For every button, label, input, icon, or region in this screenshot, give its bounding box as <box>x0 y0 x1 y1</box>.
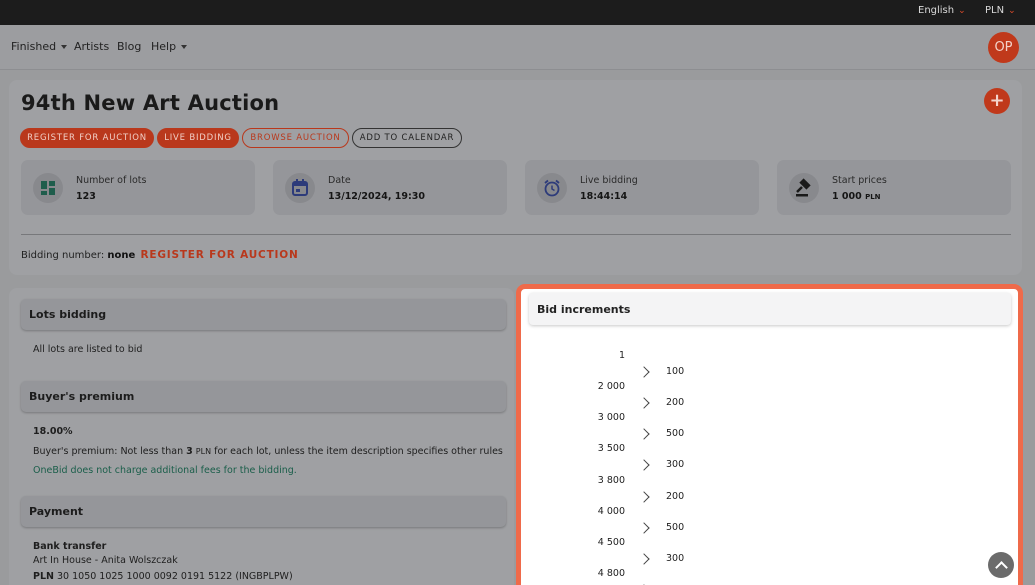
chevron-right-icon <box>638 553 650 565</box>
register-button[interactable]: REGISTER FOR AUCTION <box>20 128 154 148</box>
stat-number-of-lots: Number of lots 123 <box>21 160 255 215</box>
add-button[interactable]: + <box>984 88 1010 114</box>
nav-item-artists[interactable]: Artists <box>74 40 109 53</box>
chevron-down-icon: ⌄ <box>958 6 966 16</box>
increment-threshold: 3 000 <box>597 412 625 423</box>
auction-info-card: Lots bidding All lots are listed to bid … <box>9 288 514 585</box>
stat-value: 123 <box>76 191 96 202</box>
language-selector[interactable]: English ⌄ <box>918 5 966 16</box>
payment-account-number: 30 1050 1025 1000 0092 0191 5122 <box>57 571 233 582</box>
section-lots-bidding: Lots bidding <box>21 299 506 330</box>
stat-value: 18:44:14 <box>580 191 628 202</box>
bid-increments-card: Bid increments 1 2 000 3 000 3 500 3 800… <box>516 284 1023 585</box>
add-to-calendar-button[interactable]: ADD TO CALENDAR <box>352 128 462 148</box>
bidding-number-label: Bidding number: <box>21 250 105 261</box>
premium-rule-text: Buyer's premium: Not less than <box>33 446 184 457</box>
increment-threshold: 4 800 <box>597 568 625 579</box>
stat-date: Date 13/12/2024, 19:30 <box>273 160 507 215</box>
increment-value: 300 <box>666 553 685 564</box>
divider <box>21 234 1011 235</box>
stat-label: Live bidding <box>580 175 638 186</box>
payment-recipient: Art In House - Anita Wolszczak <box>33 555 178 566</box>
stat-start-prices: Start prices 1 000 PLN <box>777 160 1011 215</box>
increment-threshold: 3 800 <box>597 475 625 486</box>
increment-threshold: 1 <box>618 350 625 361</box>
start-price-unit: PLN <box>865 193 881 201</box>
increment-threshold: 3 500 <box>597 443 625 454</box>
alarm-clock-icon <box>537 173 567 203</box>
stat-label: Number of lots <box>76 175 147 186</box>
chevron-right-icon <box>638 522 650 534</box>
section-buyers-premium: Buyer's premium <box>21 381 506 412</box>
increment-value: 500 <box>666 522 685 533</box>
increment-value: 100 <box>666 366 685 377</box>
lots-bidding-text: All lots are listed to bid <box>33 344 143 355</box>
scroll-to-top-button[interactable] <box>988 552 1014 578</box>
increment-value: 200 <box>666 397 685 408</box>
browse-auction-button[interactable]: BROWSE AUCTION <box>242 128 349 148</box>
bid-increments-title: Bid increments <box>537 303 631 316</box>
section-title: Payment <box>29 505 84 518</box>
bidding-number: Bidding number: none REGISTER FOR AUCTIO… <box>21 249 299 261</box>
section-title: Lots bidding <box>29 308 107 321</box>
premium-rule: Buyer's premium: Not less than 3 PLN for… <box>33 446 503 457</box>
chevron-down-icon: ⌄ <box>1008 6 1016 16</box>
auction-title: 94th New Art Auction <box>21 91 280 115</box>
increment-threshold: 2 000 <box>597 381 625 392</box>
stat-value: 13/12/2024, 19:30 <box>328 191 425 202</box>
premium-min-amount: 3 <box>186 446 193 457</box>
main-nav: Finished Artists Blog Help <box>0 25 1035 70</box>
bidding-number-value: none <box>107 250 136 261</box>
top-bar: English ⌄ PLN ⌄ <box>0 0 1035 25</box>
premium-note: OneBid does not charge additional fees f… <box>33 465 297 476</box>
premium-rate: 18.00% <box>33 426 73 437</box>
caret-down-icon <box>181 45 188 49</box>
nav-item-blog[interactable]: Blog <box>117 40 141 53</box>
stat-value: 1 000 PLN <box>832 191 881 202</box>
grid-icon <box>33 173 63 203</box>
register-link[interactable]: REGISTER FOR AUCTION <box>140 249 298 261</box>
start-price-amount: 1 000 <box>832 191 862 202</box>
auction-card: 94th New Art Auction + REGISTER FOR AUCT… <box>9 80 1022 275</box>
payment-account: PLN 30 1050 1025 1000 0092 0191 5122 (IN… <box>33 571 293 582</box>
increment-value: 500 <box>666 428 685 439</box>
nav-item-help[interactable]: Help <box>151 40 188 53</box>
payment-currency: PLN <box>33 571 54 582</box>
currency-label: PLN <box>985 5 1005 16</box>
caret-down-icon <box>61 45 68 49</box>
nav-label: Finished <box>11 40 57 53</box>
chevron-right-icon <box>638 397 650 409</box>
nav-label: Help <box>151 40 177 53</box>
currency-selector[interactable]: PLN ⌄ <box>985 5 1016 16</box>
nav-item-finished[interactable]: Finished <box>11 40 68 53</box>
premium-rule-text: for each lot, unless the item descriptio… <box>214 446 503 457</box>
section-title: Buyer's premium <box>29 390 135 403</box>
stat-label: Start prices <box>832 175 887 186</box>
premium-min-unit: PLN <box>195 447 212 456</box>
language-label: English <box>918 5 955 16</box>
chevron-right-icon <box>638 366 650 378</box>
stat-label: Date <box>328 175 351 186</box>
chevron-right-icon <box>638 459 650 471</box>
calendar-icon <box>285 173 315 203</box>
increment-threshold: 4 000 <box>597 506 625 517</box>
user-avatar[interactable]: OP <box>988 32 1019 63</box>
increment-threshold: 4 500 <box>597 537 625 548</box>
bid-increments-header: Bid increments <box>529 293 1011 325</box>
gavel-icon <box>789 173 819 203</box>
payment-method: Bank transfer <box>33 541 107 552</box>
payment-swift: (INGBPLPW) <box>235 571 293 582</box>
stat-live-bidding: Live bidding 18:44:14 <box>525 160 759 215</box>
increment-value: 200 <box>666 491 685 502</box>
section-payment: Payment <box>21 496 506 527</box>
live-bidding-button[interactable]: LIVE BIDDING <box>157 128 239 148</box>
chevron-right-icon <box>638 428 650 440</box>
increment-value: 300 <box>666 459 685 470</box>
chevron-right-icon <box>638 491 650 503</box>
